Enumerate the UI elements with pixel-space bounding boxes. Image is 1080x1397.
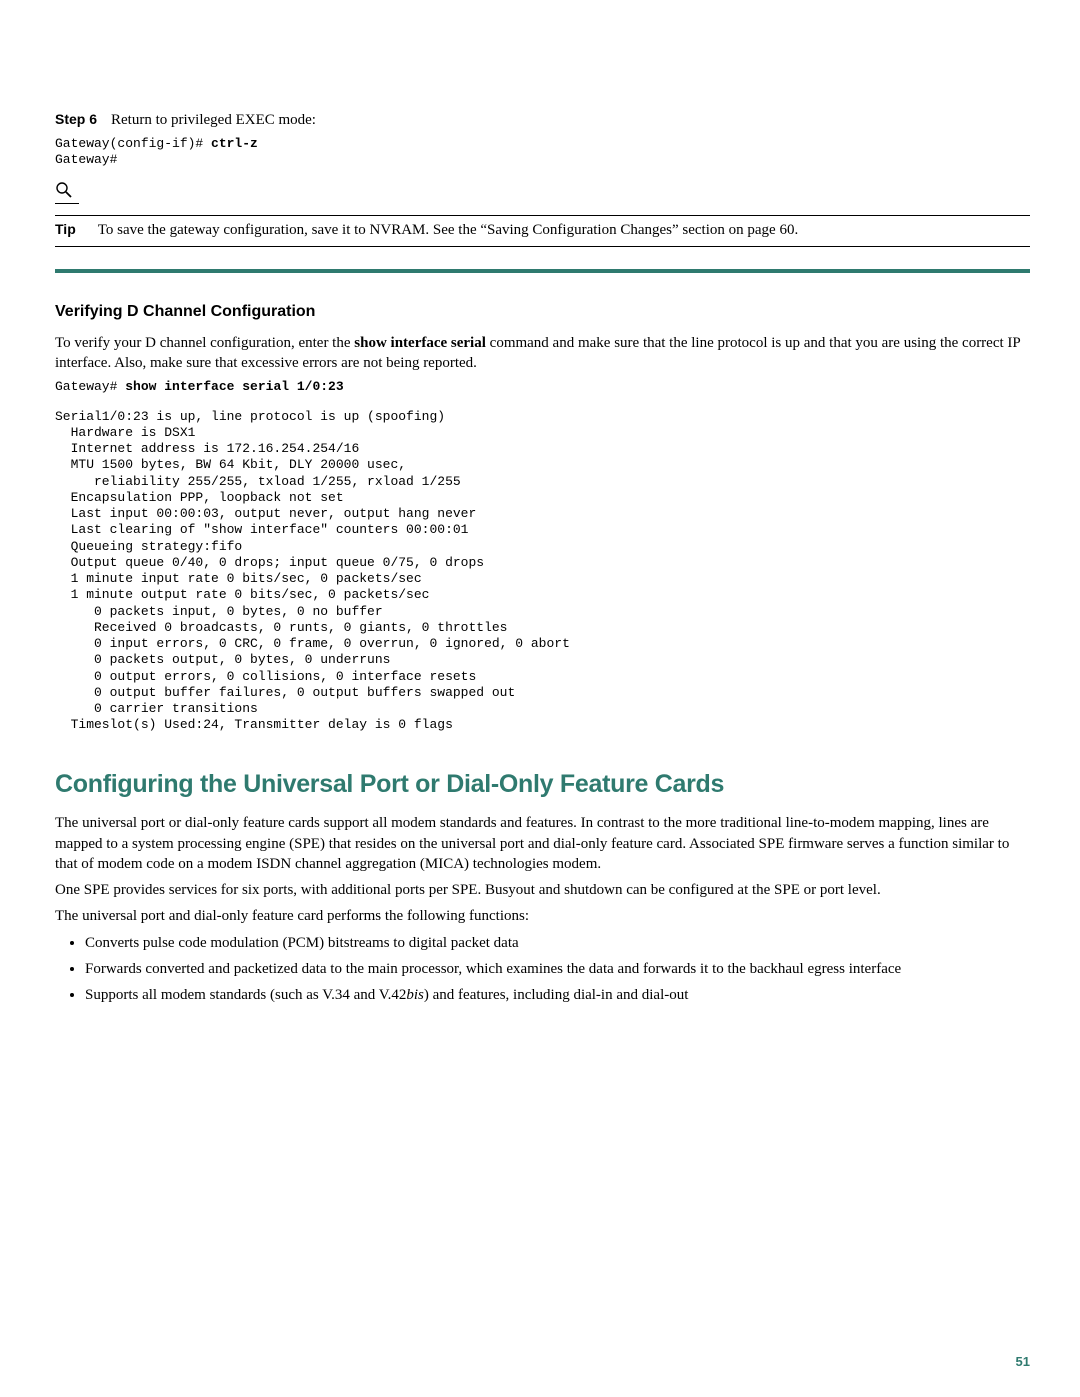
command-output: Serial1/0:23 is up, line protocol is up … (55, 409, 1030, 734)
code-prefix: Gateway(config-if)# (55, 136, 211, 151)
verify-intro: To verify your D channel configuration, … (55, 333, 1030, 374)
step-code: Gateway(config-if)# ctrl-z Gateway# (55, 136, 1030, 167)
tip-text: To save the gateway configuration, save … (98, 220, 798, 240)
intro-bold: show interface serial (354, 335, 486, 351)
list-item: Supports all modem standards (such as V.… (85, 985, 1030, 1005)
section-divider (55, 269, 1030, 273)
section-p3: The universal port and dial-only feature… (55, 906, 1030, 926)
step-label: Step 6 (55, 110, 97, 129)
subsection-heading: Verifying D Channel Configuration (55, 301, 1030, 323)
bullet3-before: Supports all modem standards (such as V.… (85, 987, 406, 1003)
section-heading: Configuring the Universal Port or Dial-O… (55, 768, 1030, 802)
page-container: Step 6 Return to privileged EXEC mode: G… (0, 0, 1080, 1397)
page-number: 51 (1016, 1353, 1030, 1371)
code-line-2: Gateway# (55, 152, 117, 167)
bullet3-italic: bis (406, 987, 424, 1003)
tip-row: Tip To save the gateway configuration, s… (55, 215, 1030, 247)
step-row: Step 6 Return to privileged EXEC mode: (55, 110, 1030, 130)
cmd-prefix: Gateway# (55, 379, 125, 394)
cmd-bold: show interface serial 1/0:23 (125, 379, 343, 394)
magnifier-icon (55, 181, 79, 204)
step-text: Return to privileged EXEC mode: (111, 110, 316, 130)
section-p2: One SPE provides services for six ports,… (55, 880, 1030, 900)
bullet3-after: ) and features, including dial-in and di… (424, 987, 689, 1003)
code-command: ctrl-z (211, 136, 258, 151)
list-item: Converts pulse code modulation (PCM) bit… (85, 933, 1030, 953)
tip-block: Tip To save the gateway configuration, s… (55, 181, 1030, 247)
list-item: Forwards converted and packetized data t… (85, 959, 1030, 979)
intro-before: To verify your D channel configuration, … (55, 335, 354, 351)
verify-command: Gateway# show interface serial 1/0:23 (55, 379, 1030, 395)
section-p1: The universal port or dial-only feature … (55, 813, 1030, 874)
bullet-list: Converts pulse code modulation (PCM) bit… (55, 933, 1030, 1006)
tip-label: Tip (55, 220, 76, 239)
tip-row-inner: Tip To save the gateway configuration, s… (55, 220, 1030, 247)
